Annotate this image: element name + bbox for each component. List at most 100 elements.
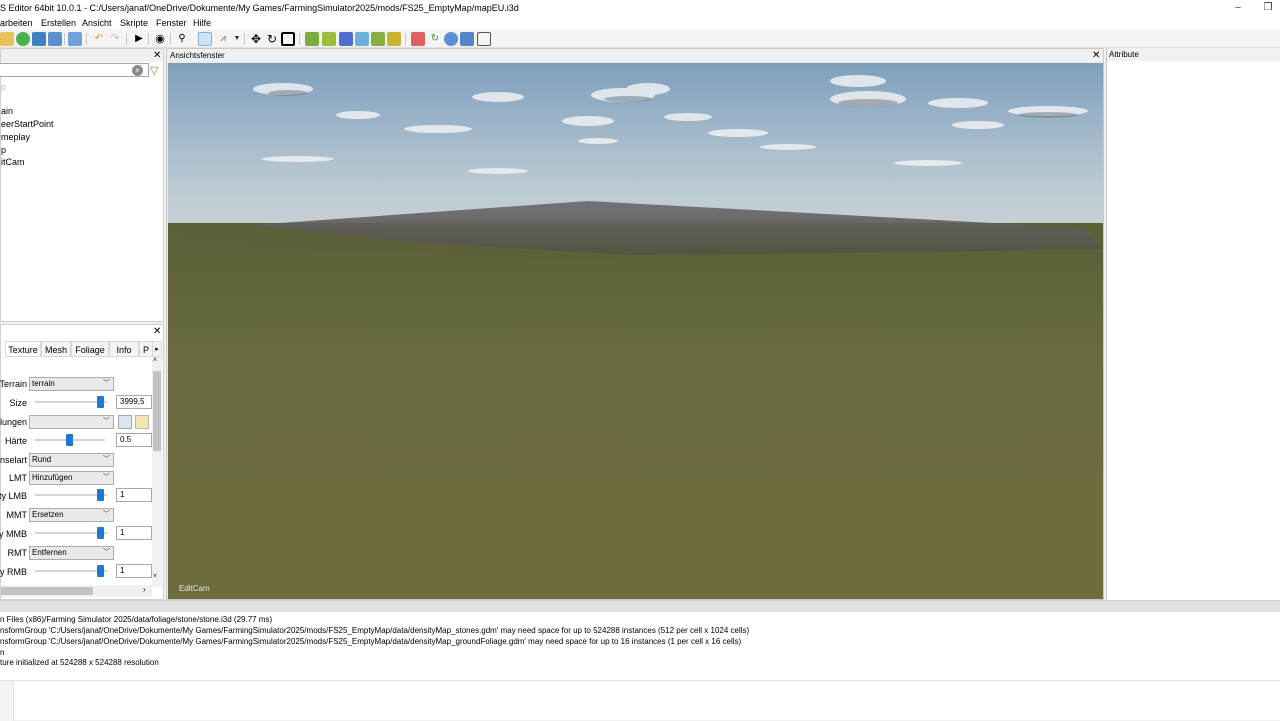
open-icon[interactable] (0, 32, 14, 46)
size-input[interactable]: 3999,5 (116, 395, 152, 409)
import-icon[interactable] (68, 32, 82, 46)
attribute-panel: Attribute (1106, 48, 1280, 600)
tool-panel-vertical-scrollbar[interactable]: ˄ ˅ (152, 357, 162, 587)
viewport-close-button[interactable]: ✕ (1092, 51, 1100, 61)
restore-button[interactable]: ❐ (1258, 1, 1278, 15)
horizontal-scroll-thumb[interactable] (1, 587, 93, 595)
tree-item-gameplay[interactable]: meplay (1, 132, 30, 142)
tree-item[interactable]: p (1, 82, 6, 92)
camera-label: EditCam (179, 584, 210, 593)
view-icon[interactable]: ◉ (153, 32, 167, 46)
scenegraph-search-input[interactable] (0, 63, 149, 77)
save-preset-icon[interactable] (118, 415, 132, 429)
hardness-slider-thumb[interactable] (66, 434, 73, 446)
zoom-icon[interactable]: ⚲ (175, 32, 189, 46)
redo-icon[interactable]: ↷ (108, 32, 122, 46)
mmt-select[interactable]: Ersetzen ﹀ (29, 508, 114, 522)
clear-search-icon[interactable]: × (132, 65, 143, 76)
window-icon[interactable] (477, 32, 491, 46)
menu-fenster[interactable]: Fenster (156, 18, 187, 28)
intensity-lmb-input[interactable]: 1 (116, 488, 152, 502)
tree-item-editcam[interactable]: itCam (1, 157, 25, 167)
tree-item-map[interactable]: p (1, 145, 6, 155)
undo-icon[interactable]: ↶ (92, 32, 106, 46)
intensity-mmb-input[interactable]: 1 (116, 526, 152, 540)
intensity-lmb-thumb[interactable] (97, 489, 104, 501)
load-preset-icon[interactable] (135, 415, 149, 429)
refresh-icon[interactable]: ↻ (428, 32, 442, 46)
create-terrain-icon[interactable] (305, 32, 319, 46)
global-icon[interactable] (444, 32, 458, 46)
create-audio-icon[interactable] (387, 32, 401, 46)
log-splitter[interactable] (0, 600, 1280, 612)
mmt-label: MMT (6, 510, 28, 520)
tool-panel-horizontal-scrollbar[interactable]: › (1, 585, 152, 597)
3d-scene[interactable]: EditCam (168, 63, 1103, 599)
scenegraph-panel: ✕ × ▽ p ain eerStartPoint meplay p itCam (0, 48, 164, 322)
reload-icon[interactable] (16, 32, 30, 46)
intensity-mmb-slider[interactable] (35, 526, 107, 540)
terrain-tool-icon[interactable]: ⩘ (216, 32, 230, 46)
tab-mesh[interactable]: Mesh (41, 341, 71, 357)
create-shape-icon[interactable] (322, 32, 336, 46)
scene-render (168, 63, 1103, 599)
menu-hilfe[interactable]: Hilfe (193, 18, 211, 28)
scenegraph-header (1, 49, 163, 62)
play-icon[interactable]: ▶ (132, 32, 146, 46)
save-as-icon[interactable] (48, 32, 62, 46)
move-icon[interactable]: ✥ (249, 32, 263, 46)
intensity-mmb-label: y MMB (0, 529, 27, 539)
title-bar: S Editor 64bit 10.0.1 - C:/Users/janaf/O… (0, 0, 1280, 16)
script-console-input[interactable] (0, 680, 1280, 721)
scenegraph-close-button[interactable]: ✕ (153, 51, 161, 61)
scroll-up-icon[interactable]: ˄ (153, 357, 157, 364)
size-label: Size (9, 398, 27, 408)
rmt-select[interactable]: Entfernen ﹀ (29, 546, 114, 560)
viewport-window: Ansichtsfenster ✕ EditCam (166, 48, 1104, 600)
tab-info[interactable]: Info (109, 341, 139, 357)
settings-select[interactable]: ﹀ (29, 415, 114, 429)
select-icon[interactable] (198, 32, 212, 46)
size-slider[interactable] (35, 395, 107, 409)
menu-ansicht[interactable]: Ansicht (82, 18, 112, 28)
scroll-down-icon[interactable]: ˅ (153, 573, 157, 580)
intensity-rmb-input[interactable]: 1 (116, 564, 152, 578)
create-camera-icon[interactable] (355, 32, 369, 46)
vertical-scroll-thumb[interactable] (153, 371, 161, 451)
create-transform-icon[interactable] (371, 32, 385, 46)
scale-icon[interactable] (281, 32, 295, 46)
size-slider-thumb[interactable] (97, 396, 104, 408)
tool-panel-close-button[interactable]: ✕ (153, 327, 161, 337)
log-line: n Files (x86)/Farming Simulator 2025/dat… (0, 615, 273, 624)
settings-icon[interactable] (460, 32, 474, 46)
intensity-rmb-slider[interactable] (35, 564, 107, 578)
save-icon[interactable] (32, 32, 46, 46)
minimize-button[interactable]: – (1228, 1, 1248, 15)
menu-skripte[interactable]: Skripte (120, 18, 148, 28)
menu-bearbeiten[interactable]: arbeiten (0, 18, 33, 28)
terrain-select[interactable]: terrain ﹀ (29, 377, 114, 391)
filter-icon[interactable]: ▽ (150, 64, 158, 77)
hardness-input[interactable]: 0.5 (116, 433, 152, 447)
tab-more[interactable]: P (139, 341, 153, 357)
create-light-icon[interactable] (339, 32, 353, 46)
tree-item-terrain[interactable]: ain (1, 106, 13, 116)
hardness-label: Härte (4, 436, 27, 446)
lmt-select[interactable]: Hinzufügen ﹀ (29, 471, 114, 485)
tab-texture[interactable]: Texture (5, 341, 41, 357)
console-gutter (0, 681, 14, 721)
material-icon[interactable] (411, 32, 425, 46)
tab-foliage[interactable]: Foliage (71, 341, 109, 357)
tab-scroll-right-button[interactable]: ▸ (152, 341, 162, 357)
rotate-icon[interactable]: ↻ (265, 32, 279, 46)
intensity-lmb-slider[interactable] (35, 488, 107, 502)
brush-type-select[interactable]: Rund ﹀ (29, 453, 114, 467)
intensity-mmb-thumb[interactable] (97, 527, 104, 539)
scroll-right-icon[interactable]: › (143, 585, 146, 594)
menu-erstellen[interactable]: Erstellen (41, 18, 76, 28)
tree-item-player-start[interactable]: eerStartPoint (1, 119, 54, 129)
dropdown-arrow-icon[interactable]: ▼ (230, 32, 244, 46)
attribute-panel-title: Attribute (1107, 48, 1280, 61)
hardness-slider[interactable] (35, 433, 105, 447)
intensity-rmb-thumb[interactable] (97, 565, 104, 577)
